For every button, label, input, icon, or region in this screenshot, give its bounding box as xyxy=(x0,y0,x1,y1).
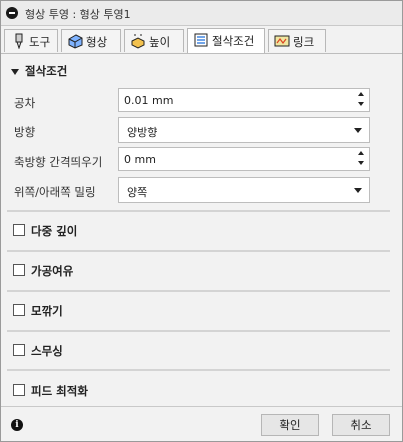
smoothing-checkbox[interactable] xyxy=(13,344,25,356)
spin-down-icon[interactable] xyxy=(358,161,364,165)
tab-tool-label: 도구 xyxy=(29,35,51,49)
dialog-title: 형상 투영 : 형상 투영1 xyxy=(25,8,131,21)
stock-to-leave-checkbox[interactable] xyxy=(13,264,25,276)
multiple-depths-checkbox[interactable] xyxy=(13,224,25,236)
tab-passes[interactable]: 절삭조건 xyxy=(187,28,265,53)
multiple-depths-label: 다중 깊이 xyxy=(31,224,78,238)
direction-label: 방향 xyxy=(14,125,36,139)
collapse-triangle-icon xyxy=(11,68,19,75)
divider xyxy=(7,210,390,212)
tab-linking[interactable]: 링크 xyxy=(268,29,326,52)
tab-geometry[interactable]: 형상 xyxy=(61,29,121,52)
linking-icon xyxy=(274,35,290,47)
direction-value: 양방향 xyxy=(127,126,158,139)
tab-passes-label: 절삭조건 xyxy=(212,34,255,48)
divider xyxy=(7,330,390,332)
tolerance-spinner[interactable] xyxy=(356,90,367,110)
title-bar: 형상 투영 : 형상 투영1 xyxy=(1,1,402,26)
milling-select[interactable]: 양쪽 xyxy=(118,177,370,203)
passes-section-title: 절삭조건 xyxy=(25,64,68,78)
height-icon xyxy=(131,34,145,49)
tolerance-value: 0.01 mm xyxy=(124,94,174,107)
tolerance-field[interactable]: 0.01 mm xyxy=(118,88,370,112)
stepover-label: 축방향 간격띄우기 xyxy=(14,155,103,169)
feed-optimization-label: 피드 최적화 xyxy=(31,384,88,398)
spin-up-icon[interactable] xyxy=(358,151,364,155)
stepover-spinner[interactable] xyxy=(356,149,367,169)
stepover-field[interactable]: 0 mm xyxy=(118,147,370,171)
fillet-checkbox[interactable] xyxy=(13,304,25,316)
ok-button[interactable]: 확인 xyxy=(261,414,319,436)
cancel-button[interactable]: 취소 xyxy=(332,414,390,436)
feed-optimization-checkbox[interactable] xyxy=(13,384,25,396)
stock-to-leave-label: 가공여유 xyxy=(31,264,74,278)
tab-linking-label: 링크 xyxy=(293,35,315,49)
milling-label: 위쪽/아래쪽 밀링 xyxy=(14,185,96,199)
fillet-label: 모깎기 xyxy=(31,304,63,318)
spin-up-icon[interactable] xyxy=(358,92,364,96)
divider xyxy=(7,290,390,292)
passes-section-header[interactable]: 절삭조건 xyxy=(11,63,67,79)
info-icon[interactable]: i xyxy=(11,419,23,431)
tab-heights-label: 높이 xyxy=(149,35,171,49)
divider xyxy=(7,369,390,371)
smoothing-label: 스무싱 xyxy=(31,344,63,358)
divider xyxy=(7,250,390,252)
collapse-icon[interactable] xyxy=(6,7,18,19)
tab-heights[interactable]: 높이 xyxy=(124,29,184,52)
tab-tool[interactable]: 도구 xyxy=(4,29,58,52)
tab-geometry-label: 형상 xyxy=(86,35,108,49)
stepover-value: 0 mm xyxy=(124,153,156,166)
tool-icon xyxy=(15,33,23,49)
tolerance-label: 공차 xyxy=(14,96,36,110)
shape-icon xyxy=(68,34,83,49)
tab-bar: 도구 형상 높이 절삭조건 링크 xyxy=(1,26,402,54)
direction-select[interactable]: 양방향 xyxy=(118,117,370,143)
chevron-down-icon xyxy=(354,128,362,133)
passes-icon xyxy=(194,33,208,47)
dialog-window: 형상 투영 : 형상 투영1 도구 형상 높이 절삭조건 링크 절삭조건 공차 … xyxy=(0,0,403,442)
milling-value: 양쪽 xyxy=(127,186,148,199)
dialog-footer: i 확인 취소 xyxy=(1,406,402,441)
spin-down-icon[interactable] xyxy=(358,102,364,106)
chevron-down-icon xyxy=(354,188,362,193)
